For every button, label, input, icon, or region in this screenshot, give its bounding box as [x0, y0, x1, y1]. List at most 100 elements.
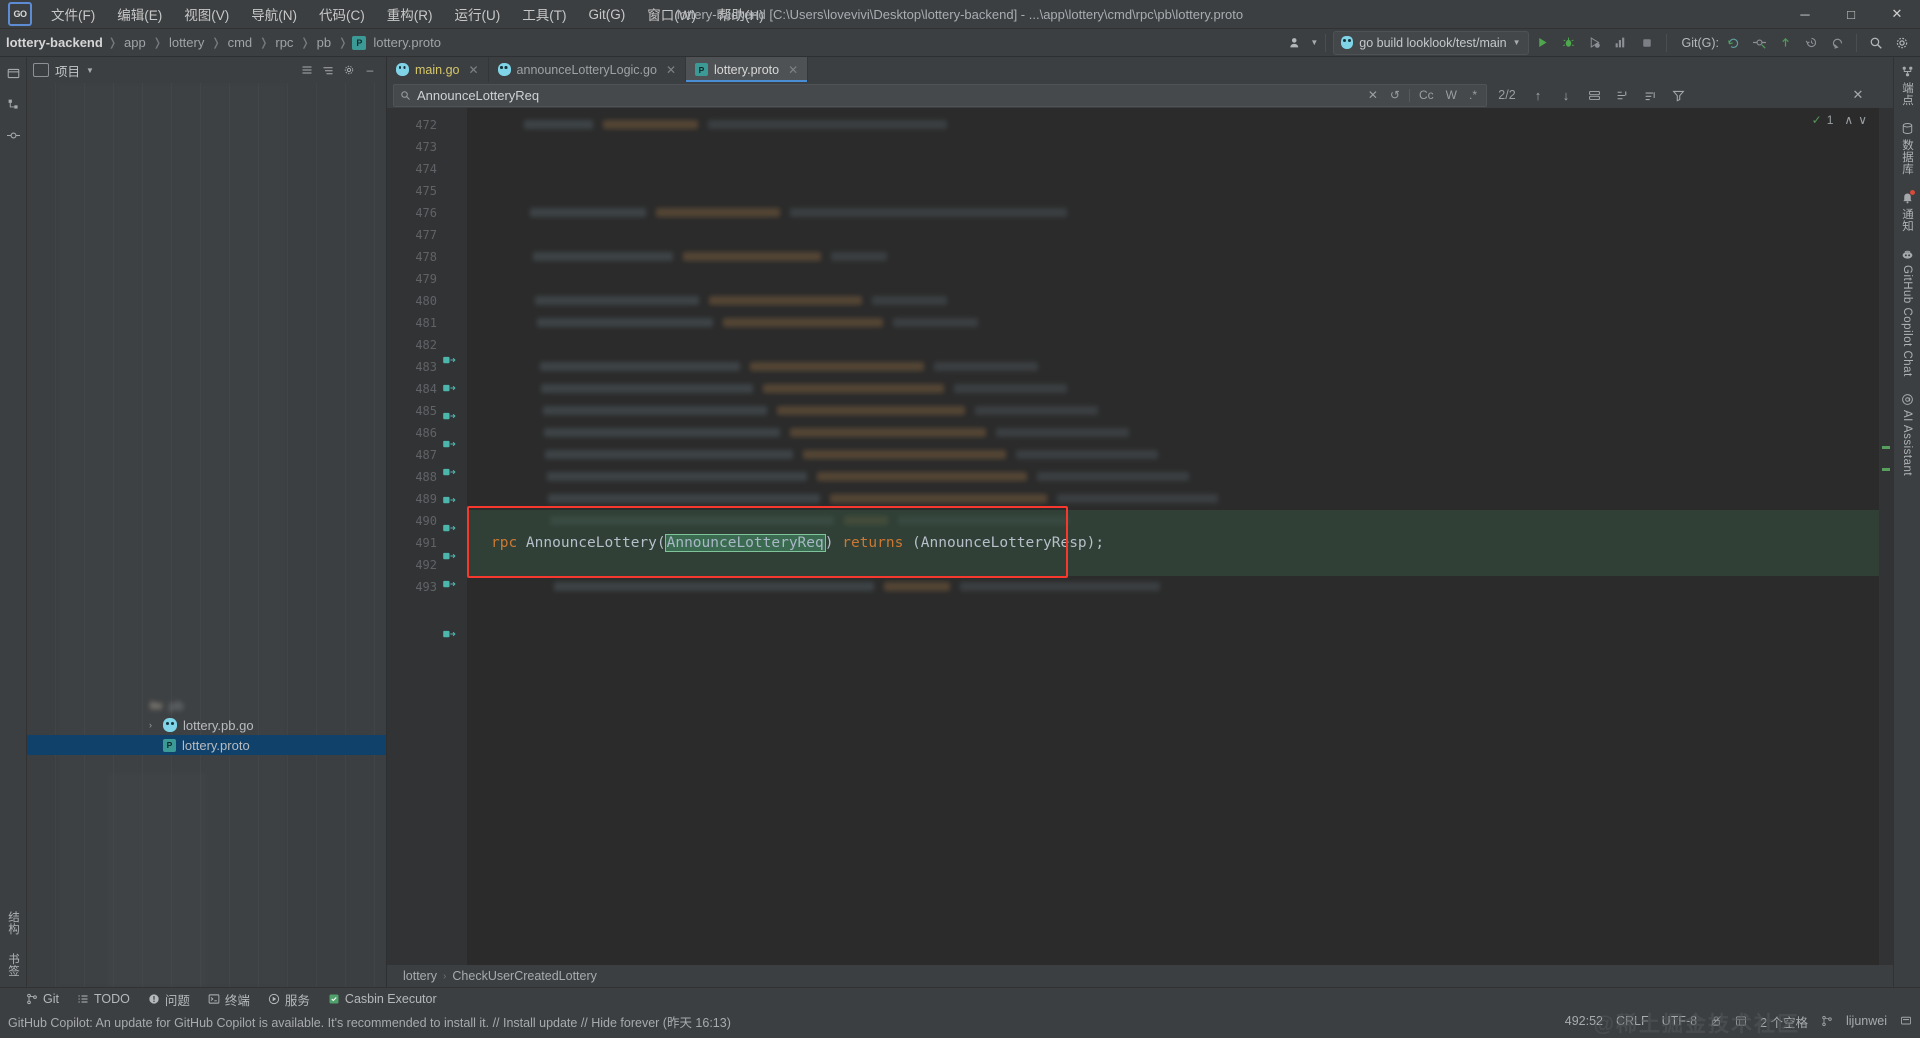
- gutter-marker[interactable]: [443, 524, 467, 546]
- breadcrumb-segment-cmd[interactable]: cmd: [226, 34, 255, 51]
- project-icon[interactable]: [7, 67, 20, 80]
- gutter-marker[interactable]: [443, 328, 467, 350]
- code-line[interactable]: [467, 202, 1879, 224]
- menu-item-git[interactable]: Git(G): [578, 4, 637, 25]
- code-line[interactable]: [467, 114, 1879, 136]
- run-configuration-selector[interactable]: go build looklook/test/main ▼: [1333, 30, 1529, 55]
- gutter-marker[interactable]: [443, 152, 467, 174]
- code-line[interactable]: [467, 400, 1879, 422]
- code-line[interactable]: [467, 158, 1879, 180]
- coverage-icon[interactable]: [1583, 32, 1607, 54]
- git-branch-icon[interactable]: [1821, 1015, 1833, 1027]
- menu-item-navigate[interactable]: 导航(N): [240, 1, 308, 27]
- find-next-button[interactable]: ↓: [1555, 84, 1577, 106]
- commit-icon[interactable]: [6, 129, 20, 142]
- editor-breadcrumb-part-method[interactable]: CheckUserCreatedLottery: [452, 969, 597, 983]
- code-line[interactable]: [467, 488, 1879, 510]
- scroll-down-icon[interactable]: ∨: [1858, 113, 1867, 127]
- gutter-marker[interactable]: [443, 306, 467, 328]
- project-tree[interactable]: pb › lottery.pb.go P lottery.proto: [27, 83, 386, 987]
- menu-item-code[interactable]: 代码(C): [308, 1, 376, 27]
- chevron-right-icon[interactable]: ›: [149, 720, 163, 730]
- breadcrumb-segment-rpc[interactable]: rpc: [273, 34, 295, 51]
- editor-scrollbar[interactable]: [1879, 108, 1893, 1016]
- gutter-marker[interactable]: [443, 496, 467, 518]
- gutter-marker[interactable]: [443, 262, 467, 284]
- breadcrumb-segment-lottery[interactable]: lottery: [167, 34, 206, 51]
- preserve-case-icon[interactable]: [1639, 84, 1661, 106]
- run-button[interactable]: [1531, 32, 1555, 54]
- code-line[interactable]: [467, 466, 1879, 488]
- indent-icon[interactable]: [1735, 1015, 1747, 1027]
- user-account-icon[interactable]: [1284, 32, 1308, 54]
- menu-item-window[interactable]: 窗口(W): [636, 1, 707, 27]
- search-icon[interactable]: [400, 90, 411, 101]
- right-rail-ai-assistant[interactable]: AI Assistant: [1901, 393, 1914, 476]
- git-commit-icon[interactable]: [1747, 32, 1771, 54]
- tool-window-services[interactable]: 服务: [268, 990, 310, 1009]
- close-icon[interactable]: ✕: [788, 63, 798, 77]
- code-line[interactable]: rpc AnnounceLottery(AnnounceLotteryReq) …: [467, 532, 1879, 554]
- whole-words-toggle[interactable]: W: [1443, 88, 1460, 102]
- list-item[interactable]: pb: [27, 695, 386, 715]
- gutter-marker[interactable]: [443, 552, 467, 574]
- gutter-marker[interactable]: [443, 196, 467, 218]
- close-icon[interactable]: ✕: [468, 63, 478, 77]
- menu-item-edit[interactable]: 编辑(E): [106, 1, 173, 27]
- collapse-all-icon[interactable]: [318, 60, 338, 80]
- menu-item-tools[interactable]: 工具(T): [511, 1, 577, 27]
- select-all-occurrences-icon[interactable]: [1583, 84, 1605, 106]
- search-icon[interactable]: [1864, 32, 1888, 54]
- gutter-marker[interactable]: [443, 468, 467, 490]
- code-line[interactable]: [467, 246, 1879, 268]
- chevron-down-icon[interactable]: ▼: [1310, 38, 1318, 47]
- close-icon[interactable]: ✕: [666, 63, 676, 77]
- clear-search-icon[interactable]: ✕: [1365, 88, 1381, 102]
- open-in-find-window-icon[interactable]: [1611, 84, 1633, 106]
- indent-setting[interactable]: 2 个空格: [1760, 1012, 1808, 1031]
- line-separator[interactable]: CRLF: [1616, 1014, 1649, 1028]
- match-case-toggle[interactable]: Cc: [1416, 88, 1437, 102]
- gutter-marker[interactable]: [443, 580, 467, 602]
- menu-item-refactor[interactable]: 重构(R): [376, 1, 444, 27]
- structure-icon[interactable]: [7, 98, 20, 111]
- close-button[interactable]: ✕: [1874, 0, 1920, 28]
- inspection-status[interactable]: ✓ 1 ∧ ∨: [1812, 113, 1867, 127]
- gutter-marker[interactable]: [443, 384, 467, 406]
- code-line[interactable]: [467, 422, 1879, 444]
- tab-main-go[interactable]: main.go ✕: [387, 57, 489, 82]
- gutter-marker[interactable]: [443, 130, 467, 152]
- tab-announce-lottery-logic-go[interactable]: announceLotteryLogic.go ✕: [489, 57, 686, 82]
- code-line[interactable]: [467, 334, 1879, 356]
- gutter-marker[interactable]: [443, 412, 467, 434]
- gutter-marker[interactable]: [443, 240, 467, 262]
- code-line[interactable]: [467, 290, 1879, 312]
- right-rail-database[interactable]: 数据库: [1899, 122, 1915, 175]
- stop-icon[interactable]: [1635, 32, 1659, 54]
- menu-item-help[interactable]: 帮助(H): [707, 1, 775, 27]
- tool-window-terminal[interactable]: 终端: [208, 990, 250, 1009]
- search-input[interactable]: AnnounceLotteryReq ✕ ↺ Cc W .*: [393, 83, 1487, 107]
- menu-item-file[interactable]: 文件(F): [40, 1, 106, 27]
- hide-icon[interactable]: –: [360, 60, 380, 80]
- right-rail-copilot-chat[interactable]: GitHub Copilot Chat: [1901, 248, 1914, 377]
- expand-all-icon[interactable]: [297, 60, 317, 80]
- scroll-up-icon[interactable]: ∧: [1844, 113, 1853, 127]
- minimize-button[interactable]: ─: [1782, 0, 1828, 28]
- ide-status-icon[interactable]: [1900, 1015, 1912, 1027]
- code-line[interactable]: [467, 576, 1879, 598]
- code-line[interactable]: [467, 444, 1879, 466]
- list-item-selected[interactable]: P lottery.proto: [27, 735, 386, 755]
- code-line[interactable]: [467, 180, 1879, 202]
- profiler-icon[interactable]: [1609, 32, 1633, 54]
- git-push-icon[interactable]: [1773, 32, 1797, 54]
- breadcrumb-project[interactable]: lottery-backend: [6, 35, 103, 50]
- list-item[interactable]: › lottery.pb.go: [27, 715, 386, 735]
- regex-toggle[interactable]: .*: [1466, 88, 1480, 102]
- code-line[interactable]: [467, 356, 1879, 378]
- git-rollback-icon[interactable]: [1825, 32, 1849, 54]
- breadcrumb-file[interactable]: lottery.proto: [371, 34, 443, 51]
- gear-icon[interactable]: [1890, 32, 1914, 54]
- code-line[interactable]: [467, 378, 1879, 400]
- left-rail-label-bookmarks[interactable]: 书签: [5, 953, 21, 977]
